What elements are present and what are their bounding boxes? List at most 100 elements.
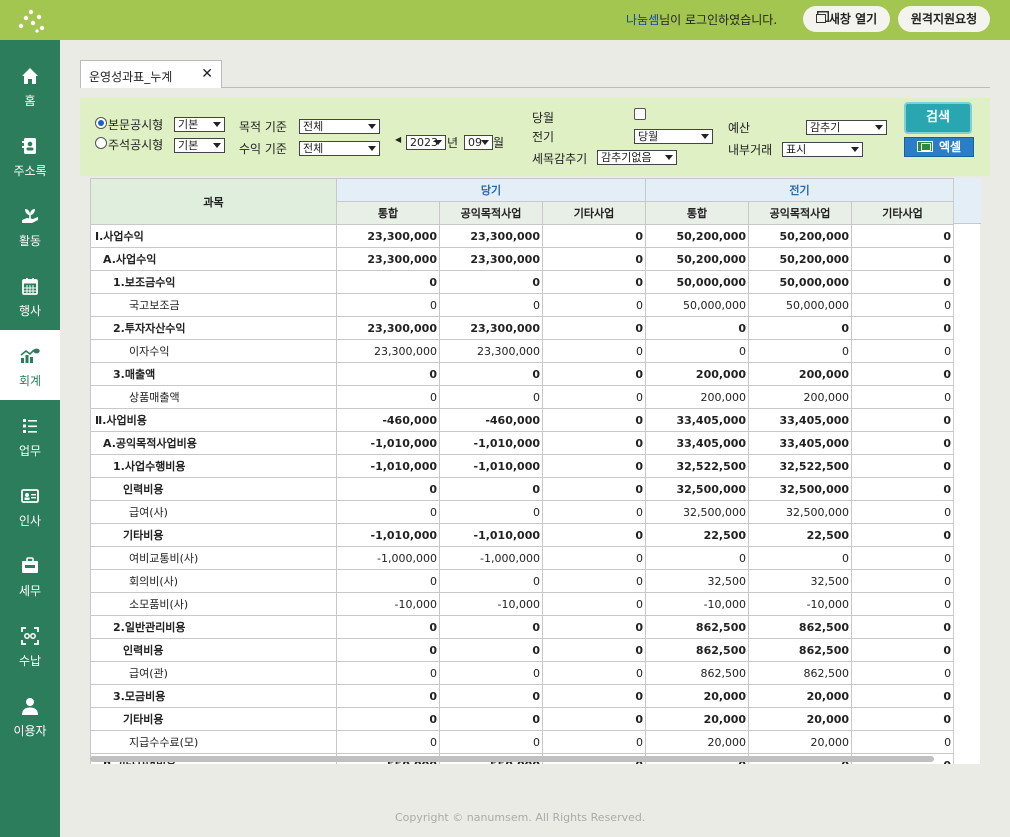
- sidebar-item-activity[interactable]: 활동: [0, 190, 60, 260]
- row-value: 0: [541, 592, 647, 616]
- row-value: 0: [541, 684, 647, 708]
- logo-icon[interactable]: [14, 6, 48, 34]
- radio-main-disclosure[interactable]: [95, 117, 107, 129]
- sidebar-item-payment[interactable]: 수납: [0, 610, 60, 680]
- hide-detail-select[interactable]: 감추기없음: [597, 150, 677, 165]
- sidebar-label-payment: 수납: [18, 654, 42, 668]
- table-row[interactable]: 회의비(사) 0 0 0 32,500 32,500 0: [90, 569, 955, 593]
- current-month-checkbox[interactable]: [634, 108, 646, 120]
- table-row[interactable]: 국고보조금 0 0 0 50,000,000 50,000,000 0: [90, 293, 955, 317]
- table-row[interactable]: 인력비용 0 0 0 862,500 862,500 0: [90, 638, 955, 662]
- revenue-select[interactable]: 전체: [299, 141, 380, 156]
- note-disclosure-select[interactable]: 기본: [174, 138, 225, 153]
- results-table: 과목 당기 전기 통합 공익목적사업 기타사업 통합 공익목적사업 기타사업 Ⅰ…: [90, 178, 955, 764]
- row-value: 23,300,000: [439, 247, 543, 271]
- sub-header[interactable]: 공익목적사업: [439, 201, 543, 225]
- tab-operating-results[interactable]: 운영성과표_누계 ✕: [80, 60, 222, 88]
- sidebar-item-home[interactable]: 홈: [0, 50, 60, 120]
- top-bar: 나눔셈님이 로그인하였습니다. 새창 열기 원격지원요청: [0, 0, 1010, 40]
- row-value: 20,000: [645, 707, 750, 731]
- sidebar-item-hr[interactable]: 인사: [0, 470, 60, 540]
- radio-note-disclosure[interactable]: [95, 137, 107, 149]
- row-value: 22,500: [748, 523, 853, 547]
- table-row[interactable]: A.사업수익 23,300,000 23,300,000 0 50,200,000 50,…: [90, 247, 955, 271]
- purpose-select[interactable]: 전체: [299, 119, 380, 134]
- year-select[interactable]: 2023: [406, 135, 446, 150]
- table-row[interactable]: 급여(사) 0 0 0 32,500,000 32,500,000 0: [90, 500, 955, 524]
- remote-support-button[interactable]: 원격지원요청: [898, 6, 990, 32]
- table-row[interactable]: 1.보조금수익 0 0 0 50,000,000 50,000,000 0: [90, 270, 955, 294]
- row-subject: 상품매출액: [90, 385, 337, 409]
- budget-select[interactable]: 감추기: [806, 120, 887, 135]
- table-row[interactable]: 3.모금비용 0 0 0 20,000 20,000 0: [90, 684, 955, 708]
- row-value: 0: [439, 293, 543, 317]
- row-value: 0: [541, 546, 647, 570]
- row-value: 0: [645, 316, 750, 340]
- row-value: 0: [541, 316, 647, 340]
- row-value: 33,405,000: [748, 431, 853, 455]
- col-subject-header[interactable]: 과목: [90, 178, 337, 225]
- table-row[interactable]: A.공익목적사업비용 -1,010,000 -1,010,000 0 33,405,00…: [90, 431, 955, 455]
- sidebar-item-work[interactable]: 업무: [0, 400, 60, 470]
- main-disclosure-select[interactable]: 기본: [174, 117, 225, 132]
- new-window-button[interactable]: 새창 열기: [803, 6, 890, 32]
- sidebar-item-tax[interactable]: 세무: [0, 540, 60, 610]
- row-value: 32,522,500: [748, 454, 853, 478]
- table-row[interactable]: 기타비용 -1,010,000 -1,010,000 0 22,500 22,500 0: [90, 523, 955, 547]
- row-value: -1,010,000: [439, 523, 543, 547]
- table-row[interactable]: 여비교통비(사) -1,000,000 -1,000,000 0 0 0 0: [90, 546, 955, 570]
- sub-header[interactable]: 기타사업: [851, 201, 955, 225]
- table-row[interactable]: 1.사업수행비용 -1,010,000 -1,010,000 0 32,522,500 3…: [90, 454, 955, 478]
- sub-header[interactable]: 공익목적사업: [748, 201, 853, 225]
- excel-button[interactable]: 엑셀: [904, 137, 974, 157]
- row-subject: A.공익목적사업비용: [90, 431, 337, 455]
- sidebar-item-event[interactable]: 행사: [0, 260, 60, 330]
- sidebar-label-accounting: 회계: [18, 374, 42, 388]
- internal-transaction-select[interactable]: 표시: [782, 142, 863, 157]
- month-select[interactable]: 09: [464, 135, 493, 150]
- row-value: 0: [851, 661, 955, 685]
- sub-header[interactable]: 통합: [336, 201, 440, 225]
- search-button[interactable]: 검색: [904, 102, 972, 134]
- table-row[interactable]: Ⅱ.사업비용 -460,000 -460,000 0 33,405,000 33,405,…: [90, 408, 955, 432]
- table-row[interactable]: 소모품비(사) -10,000 -10,000 0 -10,000 -10,000 0: [90, 592, 955, 616]
- table-row[interactable]: 2.투자자산수익 23,300,000 23,300,000 0 0 0 0: [90, 316, 955, 340]
- table-row[interactable]: 상품매출액 0 0 0 200,000 200,000 0: [90, 385, 955, 409]
- login-suffix: 님이 로그인하였습니다.: [659, 13, 778, 27]
- row-value: 32,522,500: [645, 454, 750, 478]
- user-icon: [22, 698, 38, 715]
- row-value: 0: [439, 270, 543, 294]
- previous-select[interactable]: 당월: [634, 129, 713, 144]
- sidebar-item-contacts[interactable]: 주소록: [0, 120, 60, 190]
- table-row[interactable]: 지급수수료(모) 0 0 0 20,000 20,000 0: [90, 730, 955, 754]
- row-value: 0: [439, 385, 543, 409]
- table-row[interactable]: Ⅰ.사업수익 23,300,000 23,300,000 0 50,200,000 50,…: [90, 224, 955, 248]
- sidebar-item-user[interactable]: 이용자: [0, 680, 60, 750]
- sub-header[interactable]: 기타사업: [541, 201, 647, 225]
- close-icon[interactable]: ✕: [201, 66, 213, 82]
- table-row[interactable]: 2.일반관리비용 0 0 0 862,500 862,500 0: [90, 615, 955, 639]
- prev-year-arrow-icon[interactable]: ◀: [395, 135, 401, 144]
- row-subject: 인력비용: [90, 477, 337, 501]
- row-value: 0: [851, 247, 955, 271]
- row-value: 50,000,000: [748, 293, 853, 317]
- table-row[interactable]: 3.매출액 0 0 0 200,000 200,000 0: [90, 362, 955, 386]
- sidebar-item-accounting[interactable]: 회계: [0, 330, 60, 400]
- row-value: 50,000,000: [748, 270, 853, 294]
- row-value: 0: [439, 569, 543, 593]
- row-value: 0: [336, 569, 440, 593]
- row-value: 0: [336, 684, 440, 708]
- table-row[interactable]: 이자수익 23,300,000 23,300,000 0 0 0 0: [90, 339, 955, 363]
- horizontal-scrollbar[interactable]: [90, 756, 934, 762]
- row-value: 0: [336, 477, 440, 501]
- table-row[interactable]: 기타비용 0 0 0 20,000 20,000 0: [90, 707, 955, 731]
- row-value: 23,300,000: [336, 316, 440, 340]
- excel-icon: [916, 141, 933, 152]
- table-row[interactable]: 급여(관) 0 0 0 862,500 862,500 0: [90, 661, 955, 685]
- table-row[interactable]: 인력비용 0 0 0 32,500,000 32,500,000 0: [90, 477, 955, 501]
- row-value: -1,000,000: [336, 546, 440, 570]
- row-value: 0: [439, 730, 543, 754]
- sub-header[interactable]: 통합: [645, 201, 750, 225]
- tax-icon: [22, 557, 38, 573]
- row-value: 32,500,000: [645, 477, 750, 501]
